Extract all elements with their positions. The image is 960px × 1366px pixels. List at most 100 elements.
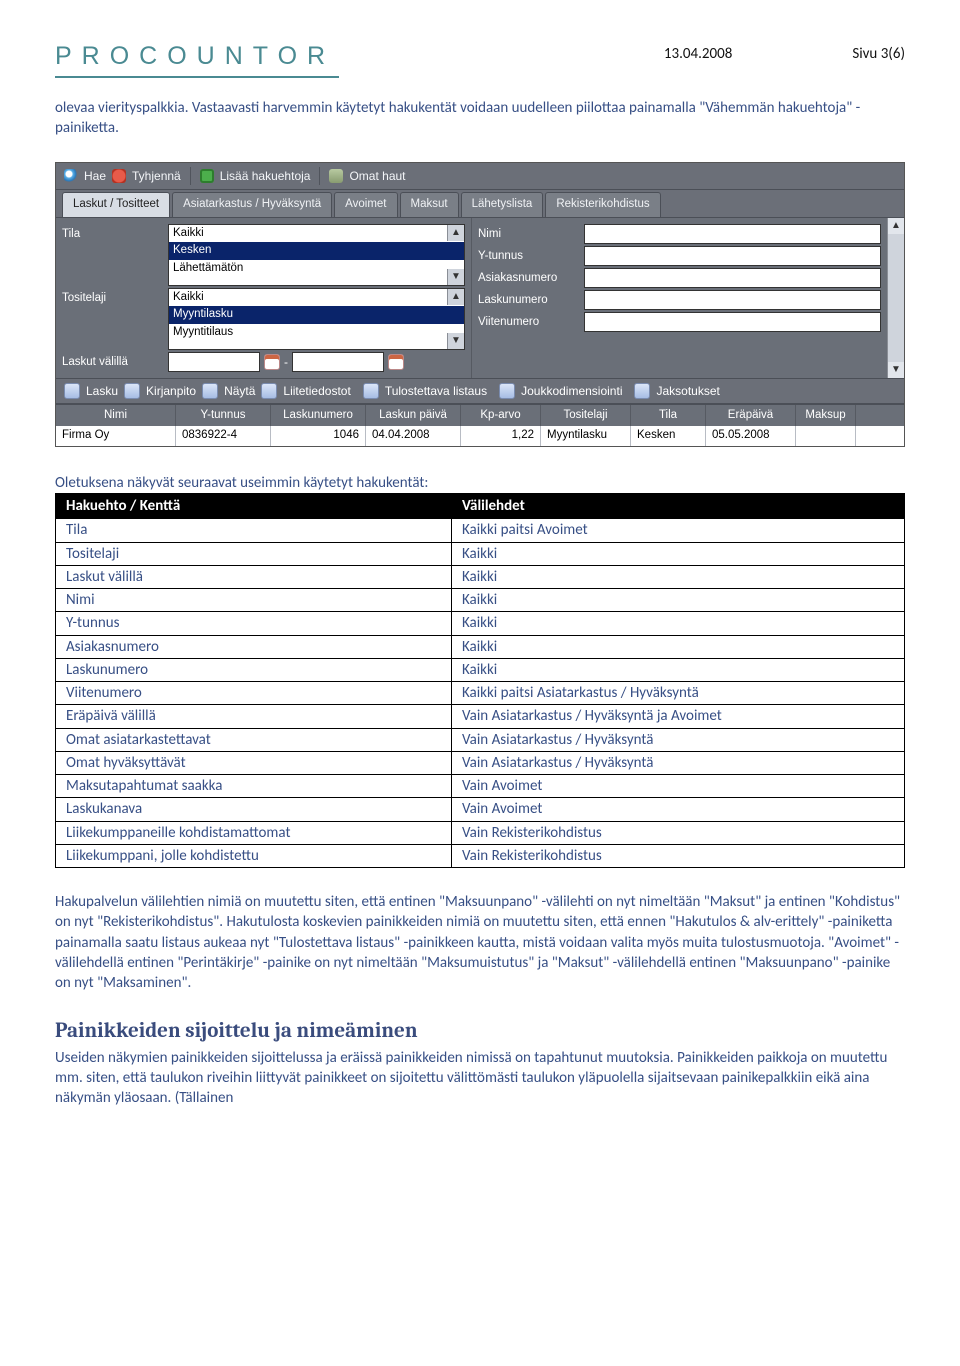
tab-avoimet[interactable]: Avoimet	[334, 192, 397, 217]
scroll-down-icon[interactable]: ▼	[447, 333, 464, 349]
defaults-cell-field: Viitenumero	[56, 682, 452, 705]
logo: PROCOUNTOR	[55, 40, 335, 74]
date-from-input[interactable]	[168, 352, 260, 372]
tositelaji-option-myyntilasku[interactable]: Myyntilasku	[169, 306, 464, 324]
tila-option-lahettamaton[interactable]: Lähettämätön	[169, 260, 464, 278]
cell-tila: Kesken	[631, 426, 706, 446]
asiakasnumero-input[interactable]	[584, 268, 881, 288]
defaults-cell-field: Liikekumppaneille kohdistamattomat	[56, 821, 452, 844]
label-asiakasnumero: Asiakasnumero	[478, 268, 576, 287]
label-ytunnus: Y-tunnus	[478, 246, 576, 265]
label-tila: Tila	[62, 224, 160, 243]
tulostettava-button[interactable]: Tulostettava listaus	[385, 383, 487, 399]
tab-lahetyslista[interactable]: Lähetyslista	[461, 192, 544, 217]
col-erapaiva[interactable]: Eräpäivä	[706, 405, 796, 427]
date-to-input[interactable]	[292, 352, 384, 372]
scroll-up-icon[interactable]: ▲	[447, 225, 464, 241]
col-maksup[interactable]: Maksup	[796, 405, 856, 427]
liitetiedostot-button[interactable]: Liitetiedostot	[283, 383, 350, 399]
col-laskunumero[interactable]: Laskunumero	[271, 405, 366, 427]
defaults-cell-tabs: Vain Asiatarkastus / Hyväksyntä	[452, 728, 905, 751]
calendar-icon[interactable]	[264, 354, 280, 370]
results-row[interactable]: Firma Oy 0836922-4 1046 04.04.2008 1,22 …	[56, 426, 904, 446]
results-header: Nimi Y-tunnus Laskunumero Laskun päivä K…	[56, 404, 904, 427]
jaksotukset-button[interactable]: Jaksotukset	[656, 383, 719, 399]
cell-laskunpaiva: 04.04.2008	[366, 426, 461, 446]
cell-maksup	[796, 426, 856, 446]
table-row: AsiakasnumeroKaikki	[56, 635, 905, 658]
toolbar-results: Lasku Kirjanpito Näytä Liitetiedostot Tu…	[56, 378, 904, 404]
tila-option-kesken[interactable]: Kesken	[169, 242, 464, 260]
defaults-cell-field: Tositelaji	[56, 542, 452, 565]
col-tositelaji[interactable]: Tositelaji	[541, 405, 631, 427]
tositelaji-listbox[interactable]: Kaikki Myyntilasku Myyntitilaus ▲ ▼	[168, 288, 465, 350]
defaults-cell-field: Omat asiatarkastettavat	[56, 728, 452, 751]
search-button[interactable]: Hae	[84, 168, 106, 184]
filter-right-column: Nimi Y-tunnus Asiakasnumero Laskunumero …	[471, 218, 887, 378]
tab-rekisterikohdistus[interactable]: Rekisterikohdistus	[545, 192, 660, 217]
clear-button[interactable]: Tyhjennä	[132, 168, 181, 184]
viitenumero-input[interactable]	[584, 312, 881, 332]
calendar-icon[interactable]	[388, 354, 404, 370]
nayta-button[interactable]: Näytä	[224, 383, 255, 399]
tositelaji-option-kaikki[interactable]: Kaikki	[169, 289, 464, 307]
col-laskunpaiva[interactable]: Laskun päivä	[366, 405, 461, 427]
tositelaji-option-myyntitilaus[interactable]: Myyntitilaus	[169, 324, 464, 342]
col-nimi[interactable]: Nimi	[56, 405, 176, 427]
defaults-cell-tabs: Vain Asiatarkastus / Hyväksyntä	[452, 751, 905, 774]
tila-option-kaikki[interactable]: Kaikki	[169, 225, 464, 243]
print-icon	[363, 383, 379, 399]
form-scrollbar[interactable]: ▲ ▼	[887, 218, 904, 378]
tab-maksut[interactable]: Maksut	[400, 192, 459, 217]
search-icon	[64, 169, 78, 183]
defaults-cell-field: Asiakasnumero	[56, 635, 452, 658]
add-criteria-icon	[200, 169, 214, 183]
page-header: PROCOUNTOR 13.04.2008 Sivu 3(6)	[55, 40, 905, 74]
label-laskut-valilla: Laskut välillä	[62, 352, 160, 371]
own-searches-button[interactable]: Omat haut	[349, 168, 405, 184]
table-row: TositelajiKaikki	[56, 542, 905, 565]
tab-asiatarkastus[interactable]: Asiatarkastus / Hyväksyntä	[172, 192, 332, 217]
col-tila[interactable]: Tila	[631, 405, 706, 427]
ytunnus-input[interactable]	[584, 246, 881, 266]
col-kparvo[interactable]: Kp-arvo	[461, 405, 541, 427]
defaults-intro: Oletuksena näkyvät seuraavat useimmin kä…	[55, 473, 905, 493]
defaults-cell-tabs: Kaikki	[452, 612, 905, 635]
filter-form: Tila Kaikki Kesken Lähettämätön ▲ ▼ Tosi…	[56, 218, 904, 378]
joukkodimensiointi-button[interactable]: Joukkodimensiointi	[521, 383, 622, 399]
cell-erapaiva: 05.05.2008	[706, 426, 796, 446]
add-criteria-button[interactable]: Lisää hakuehtoja	[220, 168, 311, 184]
show-icon	[202, 383, 218, 399]
defaults-cell-tabs: Vain Avoimet	[452, 775, 905, 798]
page-meta: 13.04.2008 Sivu 3(6)	[664, 40, 905, 64]
scroll-down-icon[interactable]: ▼	[447, 269, 464, 285]
defaults-header-tabs: Välilehdet	[452, 494, 905, 519]
defaults-cell-field: Laskukanava	[56, 798, 452, 821]
label-tositelaji: Tositelaji	[62, 288, 160, 307]
defaults-table: Hakuehto / Kenttä Välilehdet TilaKaikki …	[55, 493, 905, 868]
laskunumero-input[interactable]	[584, 290, 881, 310]
defaults-cell-field: Nimi	[56, 589, 452, 612]
tab-laskut[interactable]: Laskut / Tositteet	[62, 192, 170, 217]
label-nimi: Nimi	[478, 224, 576, 243]
scroll-up-icon[interactable]: ▲	[888, 218, 904, 234]
scroll-down-icon[interactable]: ▼	[888, 362, 904, 378]
table-row: TilaKaikki paitsi Avoimet	[56, 519, 905, 542]
lasku-button[interactable]: Lasku	[86, 383, 118, 399]
table-row: Maksutapahtumat saakkaVain Avoimet	[56, 775, 905, 798]
section-heading-buttons: Painikkeiden sijoittelu ja nimeäminen	[55, 1017, 905, 1045]
tab-bar: Laskut / Tositteet Asiatarkastus / Hyväk…	[56, 190, 904, 218]
doc-date: 13.04.2008	[664, 44, 732, 64]
table-row: Omat hyväksyttävätVain Asiatarkastus / H…	[56, 751, 905, 774]
scroll-up-icon[interactable]: ▲	[447, 289, 464, 305]
defaults-cell-field: Omat hyväksyttävät	[56, 751, 452, 774]
nimi-input[interactable]	[584, 224, 881, 244]
defaults-cell-tabs: Kaikki	[452, 658, 905, 681]
tila-listbox[interactable]: Kaikki Kesken Lähettämätön ▲ ▼	[168, 224, 465, 286]
table-row: Liikekumppaneille kohdistamattomatVain R…	[56, 821, 905, 844]
filter-left-column: Tila Kaikki Kesken Lähettämätön ▲ ▼ Tosi…	[56, 218, 471, 378]
table-row: Laskut välilläKaikki	[56, 565, 905, 588]
col-ytunnus[interactable]: Y-tunnus	[176, 405, 271, 427]
kirjanpito-button[interactable]: Kirjanpito	[146, 383, 196, 399]
table-row: LaskunumeroKaikki	[56, 658, 905, 681]
